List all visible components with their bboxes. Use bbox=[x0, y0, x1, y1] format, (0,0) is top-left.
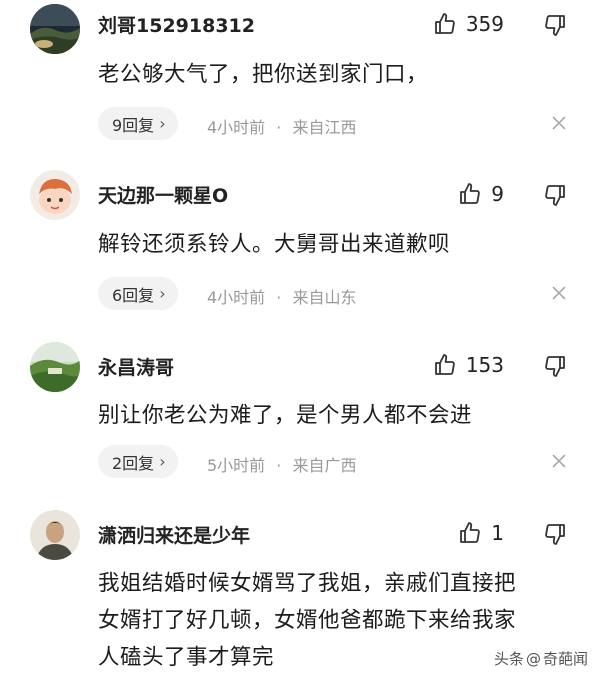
reply-count: 2回复 bbox=[112, 453, 155, 473]
avatar[interactable] bbox=[30, 170, 80, 220]
reply-count-button[interactable]: 6回复 › bbox=[98, 277, 178, 310]
chevron-right-icon: › bbox=[159, 114, 166, 133]
landscape-avatar-icon bbox=[30, 4, 80, 54]
comment-item: 永昌涛哥 153 别让你老公为难了，是个男人都不会进 2回复 › 5小时前 · … bbox=[0, 338, 600, 498]
meta-separator: · bbox=[276, 456, 282, 475]
like-button[interactable]: 153 bbox=[433, 350, 504, 380]
watermark-brand: 头条 bbox=[493, 650, 524, 668]
reply-count-button[interactable]: 9回复 › bbox=[98, 107, 178, 140]
username[interactable]: 天边那一颗星O bbox=[98, 181, 228, 208]
thumbs-up-icon bbox=[460, 522, 481, 543]
comment-location: 来自广西 bbox=[292, 456, 357, 475]
chevron-right-icon: › bbox=[159, 284, 166, 303]
comment-text-line: 我姐结婚时候女婿骂了我姐，亲戚们直接把 bbox=[98, 571, 517, 596]
like-button[interactable]: 359 bbox=[433, 9, 504, 39]
close-icon[interactable] bbox=[550, 452, 568, 470]
comment-time: 4小时前 bbox=[207, 118, 266, 137]
thumbs-down-icon[interactable] bbox=[543, 183, 567, 207]
thumbs-up-icon bbox=[434, 13, 455, 34]
username[interactable]: 永昌涛哥 bbox=[98, 353, 174, 380]
username[interactable]: 潇洒归来还是少年 bbox=[98, 521, 250, 548]
avatar[interactable] bbox=[30, 342, 80, 392]
thumbs-down-icon[interactable] bbox=[543, 13, 567, 37]
thumbs-down-icon[interactable] bbox=[543, 354, 567, 378]
like-button[interactable]: 1 bbox=[458, 518, 504, 548]
watermark-at: @ bbox=[525, 649, 541, 668]
reply-count: 6回复 bbox=[112, 285, 155, 305]
like-count: 153 bbox=[465, 353, 504, 377]
landscape-avatar-icon bbox=[30, 342, 80, 392]
comment-text: 老公够大气了，把你送到家门口， bbox=[98, 62, 429, 87]
watermark: 头条 @ 奇葩闻 bbox=[494, 648, 588, 669]
username[interactable]: 刘哥152918312 bbox=[98, 11, 255, 38]
comment-text: 解铃还须系铃人。大舅哥出来道歉呗 bbox=[98, 232, 451, 257]
meta-separator: · bbox=[276, 118, 282, 137]
thumbs-down-icon[interactable] bbox=[543, 522, 567, 546]
comment-location: 来自江西 bbox=[292, 118, 357, 137]
avatar[interactable] bbox=[30, 4, 80, 54]
close-icon[interactable] bbox=[550, 114, 568, 132]
watermark-author: 奇葩闻 bbox=[542, 650, 588, 668]
like-button[interactable]: 9 bbox=[458, 179, 504, 209]
comment-text-line: 女婿打了好几顿，女婿他爸都跪下来给我家 bbox=[98, 608, 517, 633]
comment-time: 5小时前 bbox=[207, 456, 266, 475]
like-count: 1 bbox=[491, 521, 504, 545]
avatar[interactable] bbox=[30, 510, 80, 560]
reply-count: 9回复 bbox=[112, 115, 155, 135]
reply-count-button[interactable]: 2回复 › bbox=[98, 445, 178, 478]
comment-meta: 4小时前 · 来自江西 bbox=[207, 114, 356, 138]
close-icon[interactable] bbox=[550, 284, 568, 302]
chevron-right-icon: › bbox=[159, 452, 166, 471]
like-count: 359 bbox=[465, 12, 504, 36]
comment-location: 来自山东 bbox=[292, 288, 357, 307]
comment-time: 4小时前 bbox=[207, 288, 266, 307]
like-count: 9 bbox=[491, 182, 504, 206]
comment-meta: 4小时前 · 来自山东 bbox=[207, 284, 356, 308]
comment-item: 天边那一颗星O 9 解铃还须系铃人。大舅哥出来道歉呗 6回复 › 4小时前 · … bbox=[0, 166, 600, 326]
cartoon-avatar-icon bbox=[30, 170, 80, 220]
portrait-avatar-icon bbox=[30, 510, 80, 560]
comment-text: 别让你老公为难了，是个男人都不会进 bbox=[98, 403, 473, 428]
comment-meta: 5小时前 · 来自广西 bbox=[207, 452, 356, 476]
meta-separator: · bbox=[276, 288, 282, 307]
comment-item: 刘哥152918312 359 老公够大气了，把你送到家门口， 9回复 › 4小… bbox=[0, 0, 600, 160]
thumbs-up-icon bbox=[434, 354, 455, 375]
thumbs-up-icon bbox=[460, 183, 481, 204]
